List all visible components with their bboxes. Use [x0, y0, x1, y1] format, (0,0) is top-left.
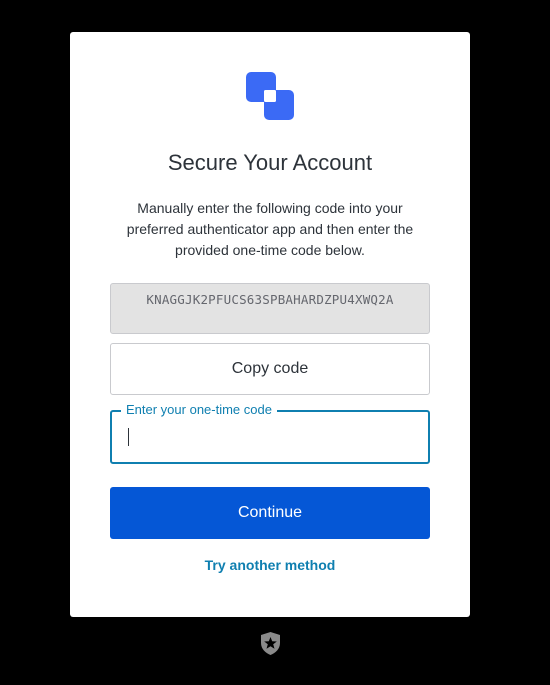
login-card: Secure Your Account Manually enter the f…	[70, 32, 470, 617]
auth0-shield-icon	[261, 632, 280, 655]
text-caret	[128, 428, 129, 446]
brand-stacked-squares-icon	[246, 72, 294, 120]
copy-code-button[interactable]: Copy code	[110, 343, 430, 395]
try-another-method-link[interactable]: Try another method	[70, 557, 470, 573]
page-title: Secure Your Account	[167, 150, 373, 175]
secret-code-display[interactable]: KNAGGJK2PFUCS63SPBAHARDZPU4XWQ2A	[110, 283, 430, 334]
continue-button[interactable]: Continue	[110, 487, 430, 539]
otp-field-label: Enter your one-time code	[121, 402, 277, 418]
otp-input[interactable]	[126, 426, 416, 448]
otp-field[interactable]: Enter your one-time code	[110, 402, 430, 464]
instructions-text: Manually enter the following code into y…	[126, 200, 414, 258]
